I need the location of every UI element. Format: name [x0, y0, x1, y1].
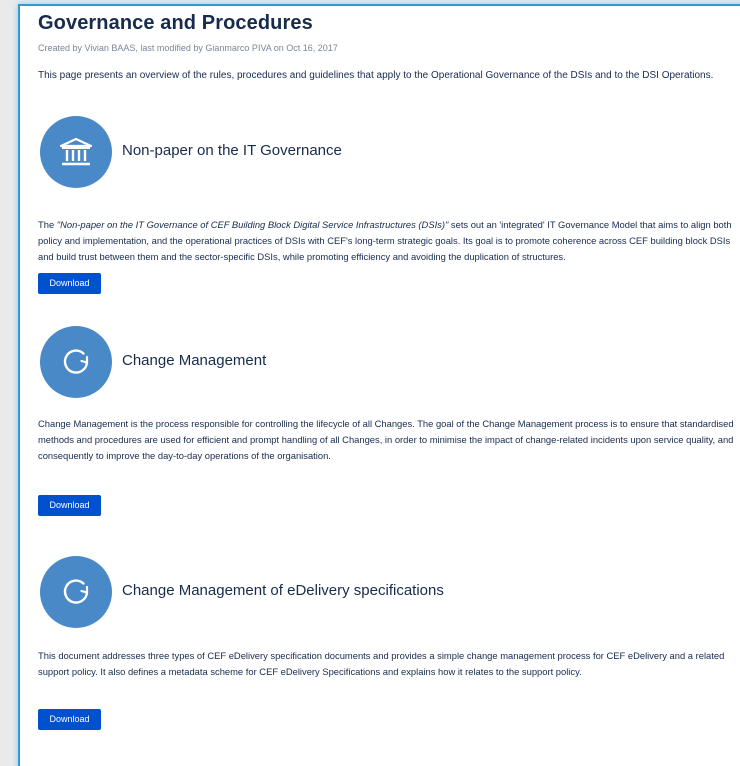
section-change-management: Change Management Change Management is t… [38, 326, 738, 516]
page-title: Governance and Procedures [38, 12, 313, 34]
refresh-icon [40, 326, 112, 398]
institution-icon [40, 116, 112, 188]
section-title: Change Management of eDelivery specifica… [122, 582, 444, 599]
section-title: Non-paper on the IT Governance [122, 142, 342, 159]
section-it-governance: Non-paper on the IT Governance The "Non-… [38, 116, 738, 294]
download-button[interactable]: Download [38, 709, 101, 730]
page-intro: This page presents an overview of the ru… [38, 70, 714, 81]
section-description: The "Non-paper on the IT Governance of C… [38, 217, 736, 265]
refresh-icon [40, 556, 112, 628]
page-frame: Governance and Procedures Created by Viv… [18, 4, 740, 766]
section-title: Change Management [122, 352, 267, 369]
section-description: This document addresses three types of C… [38, 650, 725, 677]
download-button[interactable]: Download [38, 495, 101, 516]
download-button[interactable]: Download [38, 273, 101, 294]
section-description: Change Management is the process respons… [38, 418, 734, 461]
page-content: Governance and Procedures Created by Viv… [38, 12, 740, 730]
section-header: Change Management of eDelivery specifica… [38, 556, 738, 628]
section-header: Non-paper on the IT Governance [38, 116, 738, 188]
section-header: Change Management [38, 326, 738, 398]
body-text: The [38, 219, 57, 230]
document-name-italic: "Non-paper on the IT Governance of CEF B… [56, 219, 449, 230]
section-edelivery-change-management: Change Management of eDelivery specifica… [38, 556, 738, 730]
page-byline: Created by Vivian BAAS, last modified by… [38, 43, 338, 53]
